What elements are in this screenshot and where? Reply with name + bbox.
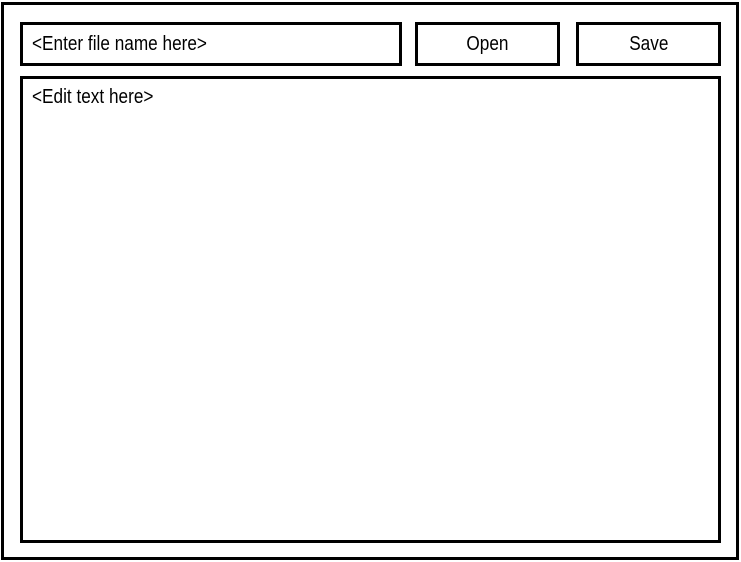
editor-placeholder: <Edit text here>: [32, 86, 154, 108]
filename-placeholder: <Enter file name here>: [32, 32, 207, 55]
open-button[interactable]: Open: [415, 22, 560, 66]
filename-input[interactable]: <Enter file name here>: [20, 22, 402, 66]
save-button-label: Save: [628, 32, 669, 55]
open-button-label: Open: [466, 32, 509, 55]
main-window: <Enter file name here> Open Save <Edit t…: [1, 2, 739, 560]
save-button[interactable]: Save: [576, 22, 721, 66]
text-editor[interactable]: <Edit text here>: [20, 76, 721, 543]
